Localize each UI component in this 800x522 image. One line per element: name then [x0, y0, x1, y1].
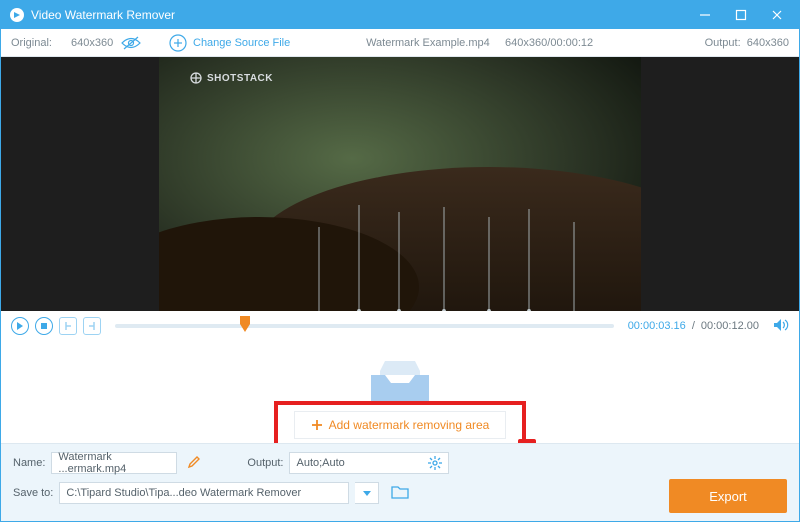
drop-zone: Add watermark removing area 4 — [1, 341, 799, 443]
save-to-dropdown[interactable] — [355, 482, 379, 504]
time-total: 00:00:12.00 — [701, 320, 759, 332]
output-label: Output: — [705, 37, 741, 49]
output-size: Output: 640x360 — [669, 37, 789, 49]
info-bar: Original: 640x360 Change Source File Wat… — [1, 29, 799, 57]
open-folder-button[interactable] — [391, 485, 409, 502]
file-name: Watermark Example.mp4 — [366, 37, 490, 49]
save-to-label: Save to: — [13, 487, 53, 499]
stop-button[interactable] — [35, 317, 53, 335]
app-title: Video Watermark Remover — [31, 8, 175, 22]
file-dim: 640x360 — [505, 37, 547, 49]
time-sep: / — [692, 320, 695, 332]
save-to-field[interactable]: C:\Tipard Studio\Tipa...deo Watermark Re… — [59, 482, 349, 504]
gear-icon[interactable] — [428, 456, 442, 470]
add-watermark-area-button[interactable]: Add watermark removing area — [294, 411, 507, 439]
original-dim: 640x360 — [71, 37, 113, 49]
mark-out-button[interactable] — [83, 317, 101, 335]
video-frame[interactable]: SHOTSTACK — [159, 57, 641, 311]
mark-in-button[interactable] — [59, 317, 77, 335]
tray-icon — [371, 361, 429, 403]
maximize-button[interactable] — [723, 1, 759, 29]
timeline-track[interactable] — [115, 324, 614, 328]
playback-bar: 00:00:03.16 / 00:00:12.00 — [1, 311, 799, 341]
file-dur: 00:00:12 — [550, 37, 593, 49]
eye-icon[interactable] — [121, 36, 141, 50]
output-format-label: Output: — [247, 457, 283, 469]
bottom-bar: Name: Watermark ...ermark.mp4 Output: Au… — [1, 443, 799, 521]
export-button[interactable]: Export — [669, 479, 787, 513]
output-format-field[interactable]: Auto;Auto — [289, 452, 449, 474]
video-preview: SHOTSTACK — [1, 57, 799, 311]
edit-name-button[interactable] — [187, 455, 201, 472]
play-button[interactable] — [11, 317, 29, 335]
playhead-icon[interactable] — [238, 316, 252, 334]
name-label: Name: — [13, 457, 45, 469]
time-current: 00:00:03.16 — [628, 320, 686, 332]
output-dim: 640x360 — [747, 37, 789, 49]
app-window: Video Watermark Remover Original: 640x36… — [0, 0, 800, 522]
change-source-button[interactable]: Change Source File — [169, 34, 290, 52]
original-label: Original: — [11, 37, 52, 49]
name-field: Watermark ...ermark.mp4 — [51, 452, 177, 474]
volume-button[interactable] — [773, 318, 789, 335]
app-icon — [9, 7, 25, 23]
title-bar: Video Watermark Remover — [1, 1, 799, 29]
change-source-label: Change Source File — [193, 37, 290, 49]
watermark-text: SHOTSTACK — [207, 73, 273, 84]
minimize-button[interactable] — [687, 1, 723, 29]
watermark-logo: SHOTSTACK — [189, 71, 273, 85]
original-size: Original: 640x360 — [11, 36, 161, 50]
close-button[interactable] — [759, 1, 795, 29]
file-info: Watermark Example.mp4 640x360/00:00:12 — [298, 37, 661, 49]
add-watermark-area-label: Add watermark removing area — [329, 418, 490, 432]
